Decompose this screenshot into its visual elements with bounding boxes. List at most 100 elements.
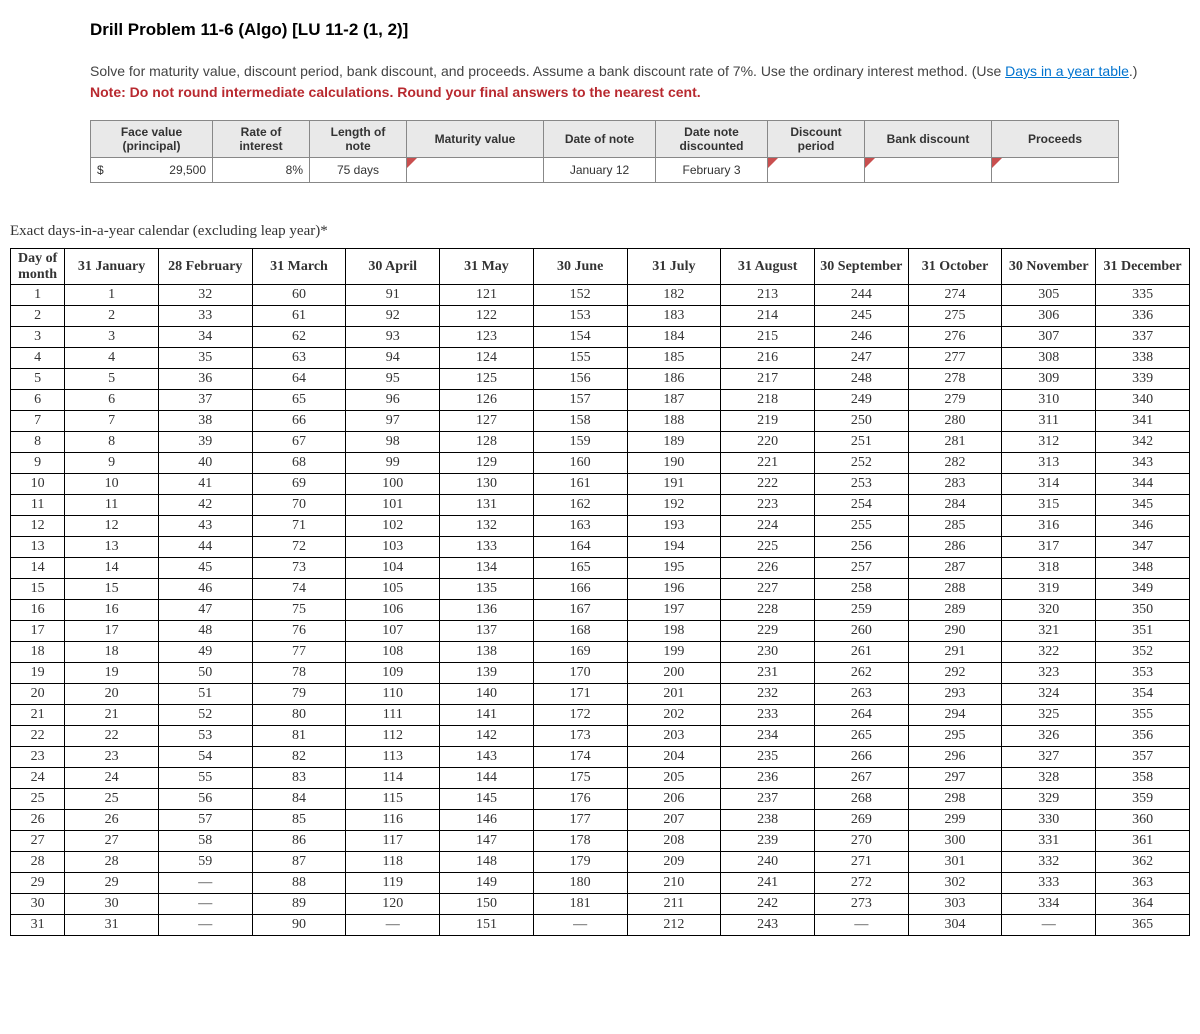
cell-value: 250	[814, 411, 908, 432]
cell-value: 22	[65, 726, 159, 747]
cell-value: 162	[533, 495, 627, 516]
cell-day: 6	[11, 390, 65, 411]
cell-value: 251	[814, 432, 908, 453]
cell-value: 28	[65, 852, 159, 873]
cell-value: 319	[1002, 579, 1096, 600]
cell-value: 199	[627, 642, 721, 663]
cell-value: 54	[158, 747, 252, 768]
cell-value: 272	[814, 873, 908, 894]
cell-value: 61	[252, 306, 346, 327]
cell-value: 157	[533, 390, 627, 411]
cell-value: 346	[1096, 516, 1190, 537]
cell-value: 189	[627, 432, 721, 453]
cell-value: 365	[1096, 915, 1190, 936]
discount-period-input[interactable]	[768, 158, 865, 183]
cell-value: 186	[627, 369, 721, 390]
cell-value: 122	[440, 306, 534, 327]
cell-day: 21	[11, 705, 65, 726]
input-marker-icon	[865, 158, 875, 168]
th-proceeds: Proceeds	[992, 120, 1119, 158]
proceeds-input[interactable]	[992, 158, 1119, 183]
cell-value: 66	[252, 411, 346, 432]
th-month: 28 February	[158, 249, 252, 285]
cell-value: 93	[346, 327, 440, 348]
cell-value: 47	[158, 600, 252, 621]
cell-value: 67	[252, 432, 346, 453]
cell-value: 225	[721, 537, 815, 558]
cell-value: 243	[721, 915, 815, 936]
cell-value: 334	[1002, 894, 1096, 915]
cell-value: 9	[65, 453, 159, 474]
cell-day: 1	[11, 285, 65, 306]
cell-day: 15	[11, 579, 65, 600]
cell-value: 164	[533, 537, 627, 558]
cell-value: 135	[440, 579, 534, 600]
cell-value: 352	[1096, 642, 1190, 663]
cell-face: $ 29,500	[91, 158, 213, 183]
cell-length: 75 days	[310, 158, 407, 183]
cell-value: 279	[908, 390, 1002, 411]
cell-value: —	[346, 915, 440, 936]
cell-value: 20	[65, 684, 159, 705]
cell-value: 276	[908, 327, 1002, 348]
cell-value: 81	[252, 726, 346, 747]
calendar-row: 12124371102132163193224255285316346	[11, 516, 1190, 537]
cell-value: 187	[627, 390, 721, 411]
cell-value: 70	[252, 495, 346, 516]
cell-value: 217	[721, 369, 815, 390]
currency-symbol: $	[97, 163, 104, 177]
cell-value: 32	[158, 285, 252, 306]
days-table-link[interactable]: Days in a year table	[1005, 63, 1129, 79]
cell-value: 290	[908, 621, 1002, 642]
cell-value: 296	[908, 747, 1002, 768]
cell-value: 11	[65, 495, 159, 516]
calendar-row: 15154674105135166196227258288319349	[11, 579, 1190, 600]
cell-value: 52	[158, 705, 252, 726]
cell-value: 97	[346, 411, 440, 432]
calendar-row: 22225381112142173203234265295326356	[11, 726, 1190, 747]
cell-value: 361	[1096, 831, 1190, 852]
th-month: 30 April	[346, 249, 440, 285]
cell-value: 188	[627, 411, 721, 432]
cell-value: 326	[1002, 726, 1096, 747]
cell-value: 283	[908, 474, 1002, 495]
cell-value: 21	[65, 705, 159, 726]
cell-value: 13	[65, 537, 159, 558]
cell-value: 68	[252, 453, 346, 474]
cell-value: 60	[252, 285, 346, 306]
cell-value: 90	[252, 915, 346, 936]
cell-date-note: January 12	[544, 158, 656, 183]
cell-value: 3	[65, 327, 159, 348]
cell-value: 36	[158, 369, 252, 390]
cell-value: 158	[533, 411, 627, 432]
cell-value: 301	[908, 852, 1002, 873]
cell-value: 203	[627, 726, 721, 747]
bank-discount-input[interactable]	[865, 158, 992, 183]
cell-value: 6	[65, 390, 159, 411]
cell-value: 65	[252, 390, 346, 411]
cell-value: 174	[533, 747, 627, 768]
cell-value: 354	[1096, 684, 1190, 705]
cell-value: 101	[346, 495, 440, 516]
cell-value: 351	[1096, 621, 1190, 642]
cell-value: 205	[627, 768, 721, 789]
cell-value: 316	[1002, 516, 1096, 537]
calendar-row: 21215280111141172202233264294325355	[11, 705, 1190, 726]
cell-value: 110	[346, 684, 440, 705]
cell-value: 206	[627, 789, 721, 810]
maturity-input[interactable]	[407, 158, 544, 183]
input-marker-icon	[407, 158, 417, 168]
input-marker-icon	[992, 158, 1002, 168]
cell-value: 92	[346, 306, 440, 327]
cell-value: 304	[908, 915, 1002, 936]
cell-value: 363	[1096, 873, 1190, 894]
cell-value: 232	[721, 684, 815, 705]
cell-day: 28	[11, 852, 65, 873]
cell-value: 192	[627, 495, 721, 516]
cell-value: 321	[1002, 621, 1096, 642]
cell-value: 292	[908, 663, 1002, 684]
cell-value: 256	[814, 537, 908, 558]
th-month: 31 December	[1096, 249, 1190, 285]
th-rate: Rate of interest	[213, 120, 310, 158]
cell-value: 287	[908, 558, 1002, 579]
